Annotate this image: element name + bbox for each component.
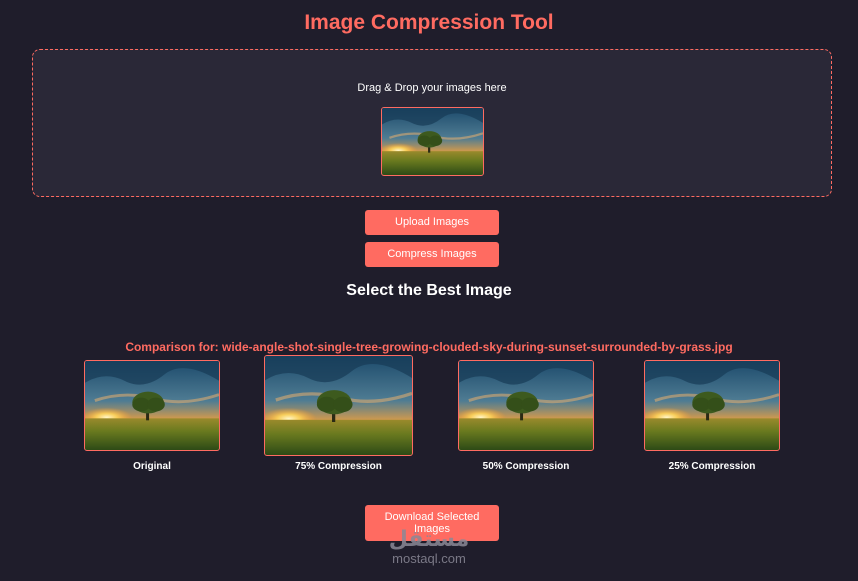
compress-images-button[interactable]: Compress Images: [365, 242, 499, 267]
option-label-50: 50% Compression: [482, 461, 570, 472]
watermark-logo: مستقل: [388, 527, 470, 552]
page-title: Image Compression Tool: [304, 11, 554, 34]
comparison-option-original: Original: [84, 360, 220, 475]
compressed-25-image[interactable]: [644, 360, 780, 451]
landscape-thumbnail-icon: [382, 108, 483, 175]
section-title: Select the Best Image: [346, 282, 512, 299]
drop-zone[interactable]: Drag & Drop your images here: [32, 49, 832, 197]
option-label-75: 75% Compression: [295, 461, 382, 472]
original-image[interactable]: [84, 360, 220, 451]
upload-images-button[interactable]: Upload Images: [365, 210, 499, 235]
uploaded-image-preview: [381, 107, 484, 176]
compressed-75-image[interactable]: [264, 355, 413, 456]
comparison-option-25: 25% Compression: [644, 360, 780, 475]
option-label-25: 25% Compression: [668, 461, 756, 472]
compressed-50-image[interactable]: [458, 360, 594, 451]
watermark: مستقل mostaql.com: [376, 528, 482, 566]
comparison-option-50: 50% Compression: [458, 360, 594, 475]
comparison-option-75: 75% Compression: [264, 355, 413, 475]
option-label-original: Original: [133, 461, 171, 472]
comparison-label: Comparison for: wide-angle-shot-single-t…: [125, 340, 733, 354]
watermark-site: mostaql.com: [392, 551, 466, 566]
drop-zone-text: Drag & Drop your images here: [357, 82, 507, 94]
